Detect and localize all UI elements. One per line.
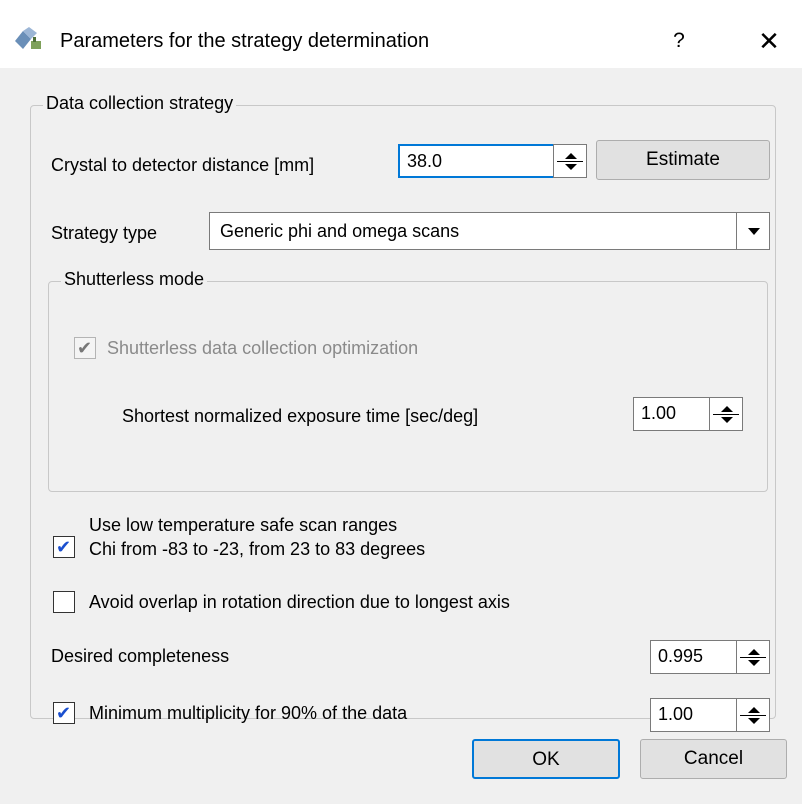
low-temperature-checkbox[interactable]: ✔ (53, 536, 75, 558)
distance-spinbox[interactable]: 38.0 (398, 144, 587, 178)
arrow-down-icon[interactable] (748, 718, 760, 724)
close-button[interactable]: ✕ (752, 24, 786, 58)
completeness-spinbox[interactable]: 0.995 (650, 640, 770, 674)
avoid-overlap-label: Avoid overlap in rotation direction due … (89, 592, 510, 612)
exposure-spin-arrows[interactable] (709, 397, 743, 431)
chevron-down-icon (748, 228, 760, 235)
strategy-type-value: Generic phi and omega scans (220, 221, 460, 241)
spin-divider (713, 414, 739, 415)
spin-divider (740, 657, 766, 658)
multiplicity-label: Minimum multiplicity for 90% of the data (89, 703, 408, 723)
completeness-label: Desired completeness (51, 646, 230, 666)
spin-divider (557, 161, 583, 162)
strategy-type-dropdown[interactable] (736, 212, 770, 250)
ok-button[interactable]: OK (472, 739, 620, 779)
window-title: Parameters for the strategy determinatio… (60, 30, 430, 52)
group-legend: Shutterless mode (61, 269, 208, 290)
title-bar: Parameters for the strategy determinatio… (0, 0, 802, 68)
arrow-up-icon[interactable] (748, 707, 760, 713)
cancel-button[interactable]: Cancel (640, 739, 787, 779)
check-icon: ✔ (77, 338, 93, 358)
multiplicity-spinbox[interactable]: 1.00 (650, 698, 770, 732)
multiplicity-spin-arrows[interactable] (736, 698, 770, 732)
crystal-app-icon (15, 27, 41, 49)
multiplicity-checkbox[interactable]: ✔ (53, 702, 75, 724)
arrow-up-icon[interactable] (721, 406, 733, 412)
arrow-up-icon[interactable] (565, 153, 577, 159)
dialog-body: Data collection strategy Crystal to dete… (0, 68, 802, 804)
shutterless-mode-group: Shutterless mode ✔ Shutterless data coll… (48, 269, 768, 492)
arrow-down-icon[interactable] (748, 660, 760, 666)
check-icon: ✔ (56, 703, 72, 723)
arrow-down-icon[interactable] (721, 417, 733, 423)
completeness-value[interactable]: 0.995 (658, 646, 703, 667)
estimate-button[interactable]: Estimate (596, 140, 770, 180)
shutterless-optimization-label: Shutterless data collection optimization (107, 338, 419, 358)
low-temperature-sublabel: Chi from -83 to -23, from 23 to 83 degre… (89, 539, 426, 559)
arrow-down-icon[interactable] (565, 164, 577, 170)
strategy-type-label: Strategy type (51, 223, 158, 243)
strategy-type-select[interactable]: Generic phi and omega scans (209, 212, 770, 250)
spin-divider (740, 715, 766, 716)
check-icon: ✔ (56, 537, 72, 557)
completeness-spin-arrows[interactable] (736, 640, 770, 674)
multiplicity-value[interactable]: 1.00 (658, 704, 693, 725)
distance-spin-arrows[interactable] (553, 144, 587, 178)
avoid-overlap-checkbox[interactable] (53, 591, 75, 613)
shutterless-optimization-checkbox[interactable]: ✔ (74, 337, 96, 359)
low-temperature-label: Use low temperature safe scan ranges (89, 515, 398, 535)
help-button[interactable]: ? (664, 26, 694, 56)
exposure-time-value[interactable]: 1.00 (641, 403, 676, 424)
group-legend: Data collection strategy (43, 93, 237, 114)
distance-label: Crystal to detector distance [mm] (51, 155, 315, 175)
exposure-time-spinbox[interactable]: 1.00 (633, 397, 743, 431)
exposure-time-label: Shortest normalized exposure time [sec/d… (122, 406, 479, 426)
arrow-up-icon[interactable] (748, 649, 760, 655)
data-collection-strategy-group: Data collection strategy Crystal to dete… (30, 93, 776, 732)
distance-value[interactable]: 38.0 (407, 151, 442, 172)
